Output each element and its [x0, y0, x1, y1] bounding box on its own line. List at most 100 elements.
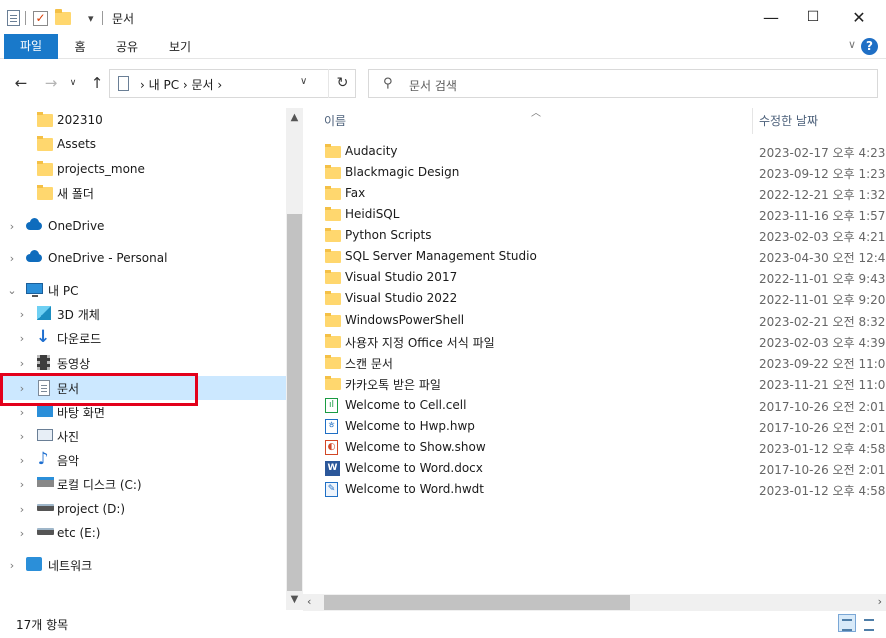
- file-row[interactable]: 사용자 지정 Office 서식 파일 2023-02-03 오후 4:39: [303, 331, 886, 352]
- nav-item-this-pc[interactable]: ⌄ 내 PC: [0, 278, 286, 302]
- file-row[interactable]: HeidiSQL 2023-11-16 오후 1:57: [303, 204, 886, 225]
- nav-item-videos[interactable]: › 동영상: [0, 351, 286, 375]
- ribbon-expand-icon[interactable]: ∨: [848, 38, 856, 51]
- file-row[interactable]: ıl Welcome to Cell.cell 2017-10-26 오전 2:…: [303, 395, 886, 416]
- tab-view[interactable]: 보기: [162, 36, 198, 58]
- address-bar[interactable]: › 내 PC › 문서 ›: [109, 69, 356, 98]
- file-name: SQL Server Management Studio: [345, 249, 537, 263]
- file-row[interactable]: Audacity 2023-02-17 오후 4:23: [303, 141, 886, 162]
- file-name: Audacity: [345, 144, 398, 158]
- large-icons-view-icon[interactable]: [860, 614, 878, 632]
- maximize-button[interactable]: ☐: [790, 0, 836, 34]
- nav-item-new-folder[interactable]: 새 폴더: [0, 181, 286, 205]
- nav-item-network[interactable]: › 네트워크: [0, 553, 286, 577]
- address-dropdown-icon[interactable]: ∨: [300, 76, 307, 87]
- checkmark-icon[interactable]: ✓: [33, 9, 48, 27]
- file-row[interactable]: 카카오톡 받은 파일 2023-11-21 오전 11:0: [303, 373, 886, 394]
- tab-share[interactable]: 공유: [109, 36, 145, 58]
- drive-icon: [37, 504, 54, 511]
- nav-item-pictures[interactable]: › 사진: [0, 424, 286, 448]
- nav-item-music[interactable]: › ♪ 음악: [0, 448, 286, 472]
- chevron-right-icon[interactable]: ›: [16, 527, 28, 540]
- tab-home[interactable]: 홈: [66, 36, 94, 58]
- qa-separator: [25, 9, 26, 27]
- folder-icon: [325, 355, 341, 369]
- new-folder-icon[interactable]: [55, 8, 71, 27]
- nav-item-local-disk-c[interactable]: › 로컬 디스크 (C:): [0, 472, 286, 496]
- nav-item-projects-mone[interactable]: projects_mone: [0, 157, 286, 181]
- back-button[interactable]: ←: [10, 72, 32, 94]
- video-icon: [37, 355, 50, 370]
- chevron-right-icon[interactable]: ›: [16, 503, 28, 516]
- download-icon: ↓: [36, 327, 51, 347]
- nav-item-label: OneDrive: [48, 219, 105, 233]
- chevron-right-icon[interactable]: ›: [16, 430, 28, 443]
- nav-item-etc-e[interactable]: › etc (E:): [0, 521, 286, 545]
- chevron-right-icon[interactable]: ›: [16, 406, 28, 419]
- file-row[interactable]: W Welcome to Word.docx 2017-10-26 오전 2:0…: [303, 458, 886, 479]
- chevron-right-icon[interactable]: ›: [6, 220, 18, 233]
- forward-button[interactable]: →: [40, 72, 62, 94]
- folder-icon: [325, 270, 341, 284]
- chevron-right-icon[interactable]: ›: [16, 308, 28, 321]
- file-row[interactable]: Blackmagic Design 2023-09-12 오후 1:23: [303, 162, 886, 183]
- nav-item-onedrive[interactable]: › OneDrive: [0, 214, 286, 238]
- nav-item-202310[interactable]: 202310: [0, 108, 286, 132]
- file-row[interactable]: ✎ Welcome to Word.hwdt 2023-01-12 오후 4:5…: [303, 479, 886, 500]
- file-row[interactable]: Visual Studio 2022 2022-11-01 오후 9:20: [303, 288, 886, 309]
- help-icon[interactable]: ?: [861, 38, 878, 55]
- scroll-right-icon[interactable]: ›: [878, 595, 882, 608]
- chevron-right-icon[interactable]: ›: [16, 357, 28, 370]
- pictures-icon: [37, 429, 53, 441]
- file-row[interactable]: ㅎ Welcome to Hwp.hwp 2017-10-26 오전 2:01: [303, 416, 886, 437]
- ribbon-tabs: 파일 홈 공유 보기 ∨ ?: [0, 34, 886, 59]
- nav-item-label: 음악: [57, 453, 80, 468]
- refresh-button[interactable]: ↻: [328, 69, 356, 98]
- column-header-name[interactable]: 이름: [324, 108, 346, 134]
- properties-icon[interactable]: [7, 9, 20, 27]
- nav-scrollbar[interactable]: ▲: [286, 108, 303, 610]
- nav-scroll-thumb[interactable]: [287, 214, 302, 591]
- nav-item-project-d[interactable]: › project (D:): [0, 497, 286, 521]
- file-row[interactable]: WindowsPowerShell 2023-02-21 오전 8:32: [303, 310, 886, 331]
- nav-item-3d-objects[interactable]: › 3D 개체: [0, 302, 286, 326]
- chevron-right-icon[interactable]: ›: [6, 559, 18, 572]
- horizontal-scrollbar[interactable]: ‹ ›: [303, 594, 886, 611]
- scroll-up-icon[interactable]: ▲: [286, 112, 303, 123]
- details-view-icon[interactable]: [838, 614, 856, 632]
- file-modified: 2023-09-22 오전 11:0: [759, 357, 886, 371]
- window-title: 문서: [112, 12, 135, 26]
- recent-locations-button[interactable]: ∨: [66, 72, 80, 94]
- breadcrumb[interactable]: › 내 PC › 문서 ›: [140, 76, 222, 93]
- file-row[interactable]: ◐ Welcome to Show.show 2023-01-12 오후 4:5…: [303, 437, 886, 458]
- chevron-right-icon[interactable]: ›: [16, 454, 28, 467]
- file-row[interactable]: Fax 2022-12-21 오후 1:32: [303, 183, 886, 204]
- file-row[interactable]: Python Scripts 2023-02-03 오후 4:21: [303, 225, 886, 246]
- nav-item-onedrive-personal[interactable]: › OneDrive - Personal: [0, 246, 286, 270]
- search-input[interactable]: ⚲ 문서 검색: [368, 69, 878, 98]
- scroll-left-icon[interactable]: ‹: [307, 595, 311, 608]
- qa-dropdown-icon[interactable]: ▾: [88, 9, 94, 27]
- file-row[interactable]: SQL Server Management Studio 2023-04-30 …: [303, 246, 886, 267]
- column-separator[interactable]: [752, 108, 753, 134]
- scroll-down-icon[interactable]: ▼: [286, 594, 303, 611]
- minimize-button[interactable]: —: [748, 0, 794, 34]
- chevron-right-icon[interactable]: ›: [16, 332, 28, 345]
- file-row[interactable]: 스캔 문서 2023-09-22 오전 11:0: [303, 352, 886, 373]
- file-row[interactable]: Visual Studio 2017 2022-11-01 오후 9:43: [303, 267, 886, 288]
- nav-item-downloads[interactable]: › ↓ 다운로드: [0, 326, 286, 350]
- close-button[interactable]: ✕: [836, 0, 882, 34]
- item-count: 17개 항목: [16, 618, 69, 632]
- horizontal-scroll-thumb[interactable]: [324, 595, 630, 610]
- spreadsheet-icon: ıl: [325, 398, 338, 413]
- chevron-down-icon[interactable]: ⌄: [6, 284, 18, 297]
- tab-file[interactable]: 파일: [4, 34, 58, 59]
- up-button[interactable]: ↑: [86, 72, 108, 94]
- chevron-right-icon[interactable]: ›: [6, 252, 18, 265]
- nav-item-assets[interactable]: Assets: [0, 132, 286, 156]
- chevron-right-icon[interactable]: ›: [16, 478, 28, 491]
- column-header-modified[interactable]: 수정한 날짜: [759, 108, 818, 134]
- nav-item-label: 새 폴더: [57, 186, 94, 201]
- file-modified: 2023-11-21 오전 11:0: [759, 378, 886, 392]
- nav-item-label: 내 PC: [48, 283, 79, 298]
